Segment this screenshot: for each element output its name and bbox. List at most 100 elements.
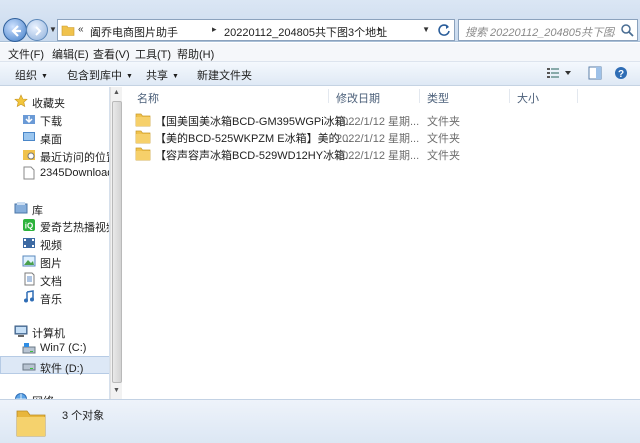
system-drive-icon bbox=[22, 343, 36, 354]
file-date: 2022/1/12 星期... bbox=[336, 150, 420, 162]
menu-bar: 文件(F) 编辑(E) 查看(V) 工具(T) 帮助(H) bbox=[0, 43, 640, 62]
file-name: 【国美国美冰箱BCD-GM395WGPi冰箱... bbox=[155, 116, 355, 128]
column-header-size[interactable]: 大小 bbox=[517, 90, 539, 106]
nav-label: 2345Downloads bbox=[40, 167, 109, 179]
address-overflow-chevron[interactable]: « bbox=[78, 24, 84, 35]
nav-label: 下载 bbox=[40, 116, 62, 128]
search-box[interactable]: 搜索 20220112_204805共下图3个地... bbox=[458, 19, 638, 41]
organize-label: 组织 bbox=[15, 70, 37, 82]
arrow-left-icon bbox=[11, 25, 21, 37]
file-date: 2022/1/12 星期... bbox=[336, 116, 420, 128]
nav-iqiyi-videos[interactable]: iQ 爱奇艺热播视频 bbox=[0, 216, 110, 234]
nav-label: 音乐 bbox=[40, 294, 62, 306]
include-in-library-button[interactable]: 包含到库中 ▼ bbox=[67, 67, 133, 83]
music-icon bbox=[24, 290, 34, 303]
column-header-name[interactable]: 名称 bbox=[137, 90, 159, 106]
file-list: 名称 修改日期 类型 大小 【国美国美冰箱BCD-GM395WGPi冰箱... … bbox=[123, 87, 640, 399]
star-icon bbox=[14, 94, 28, 108]
forward-button[interactable] bbox=[26, 19, 48, 41]
organize-button[interactable]: 组织 ▼ bbox=[15, 67, 48, 83]
nav-drive-d[interactable]: 软件 (D:) bbox=[0, 356, 109, 375]
menu-view[interactable]: 查看(V) bbox=[93, 46, 130, 62]
new-folder-button[interactable]: 新建文件夹 bbox=[197, 67, 252, 83]
nav-music[interactable]: 音乐 bbox=[0, 288, 109, 306]
folder-icon bbox=[135, 147, 151, 161]
navigation-scrollbar[interactable]: ▲ ▼ bbox=[110, 87, 122, 399]
nav-documents[interactable]: 文档 bbox=[0, 270, 109, 288]
include-in-library-label: 包含到库中 bbox=[67, 70, 122, 82]
address-dropdown-icon[interactable]: ▼ bbox=[422, 25, 430, 34]
menu-tools[interactable]: 工具(T) bbox=[135, 46, 171, 62]
share-label: 共享 bbox=[146, 70, 168, 82]
refresh-button[interactable] bbox=[434, 20, 454, 40]
folder-icon bbox=[135, 113, 151, 127]
menu-file[interactable]: 文件(F) bbox=[8, 46, 44, 62]
column-divider[interactable] bbox=[419, 89, 420, 103]
item-count: 3 个对象 bbox=[62, 410, 105, 422]
column-header-modified[interactable]: 修改日期 bbox=[336, 90, 380, 106]
breadcrumb-segment-1[interactable]: 阖乔电商图片助手 bbox=[90, 24, 178, 40]
column-divider[interactable] bbox=[509, 89, 510, 103]
preview-pane-button[interactable] bbox=[588, 66, 602, 83]
nav-downloads[interactable]: 下载 bbox=[0, 110, 109, 128]
command-bar: 组织 ▼ 包含到库中 ▼ 共享 ▼ 新建文件夹 ? bbox=[0, 62, 640, 86]
search-placeholder[interactable]: 搜索 20220112_204805共下图3个地... bbox=[465, 24, 615, 40]
nav-label: 软件 (D:) bbox=[40, 363, 84, 375]
nav-drive-c[interactable]: Win7 (C:) bbox=[0, 339, 109, 357]
scroll-up-icon[interactable]: ▲ bbox=[113, 89, 120, 96]
menu-help[interactable]: 帮助(H) bbox=[177, 46, 214, 62]
refresh-icon bbox=[438, 24, 450, 36]
navigation-pane: 收藏夹 下载 桌面 最近访问的位置 2345Downloads 库 iQ 爱奇艺… bbox=[0, 87, 110, 399]
caret-down-icon: ▼ bbox=[172, 73, 179, 80]
column-header-type[interactable]: 类型 bbox=[427, 90, 449, 106]
computer-icon bbox=[14, 325, 28, 337]
nav-computer[interactable]: 计算机 bbox=[0, 322, 109, 340]
file-type: 文件夹 bbox=[427, 150, 460, 162]
document-icon bbox=[23, 166, 35, 180]
nav-recent-places[interactable]: 最近访问的位置 bbox=[0, 146, 110, 164]
column-divider[interactable] bbox=[328, 89, 329, 103]
nav-label: 最近访问的位置 bbox=[40, 152, 110, 164]
nav-label: 爱奇艺热播视频 bbox=[40, 222, 110, 234]
scrollbar-thumb[interactable] bbox=[112, 101, 122, 383]
file-date: 2022/1/12 星期... bbox=[336, 133, 420, 145]
help-button[interactable]: ? bbox=[614, 66, 628, 83]
search-icon[interactable] bbox=[620, 23, 634, 37]
nav-label: 桌面 bbox=[40, 134, 62, 146]
address-bar[interactable]: « 阖乔电商图片助手 ▸ 20220112_204805共下图3个地址 ▸ ▼ bbox=[57, 19, 455, 41]
nav-pictures[interactable]: 图片 bbox=[0, 252, 109, 270]
nav-label: 视频 bbox=[40, 240, 62, 252]
iqiyi-icon: iQ bbox=[23, 219, 35, 231]
breadcrumb-separator-icon[interactable]: ▸ bbox=[212, 24, 217, 35]
view-list-icon bbox=[547, 68, 571, 78]
view-options-button[interactable] bbox=[546, 66, 572, 83]
table-row[interactable]: 【国美国美冰箱BCD-GM395WGPi冰箱... 2022/1/12 星期..… bbox=[135, 111, 475, 128]
breadcrumb-segment-2[interactable]: 20220112_204805共下图3个地址 bbox=[224, 24, 387, 40]
nav-desktop[interactable]: 桌面 bbox=[0, 128, 109, 146]
file-type: 文件夹 bbox=[427, 116, 460, 128]
back-button[interactable] bbox=[3, 18, 27, 42]
recent-pages-dropdown-icon[interactable]: ▼ bbox=[49, 25, 57, 34]
file-name: 【容声容声冰箱BCD-529WD12HY冰箱... bbox=[155, 150, 355, 162]
share-button[interactable]: 共享 ▼ bbox=[146, 67, 179, 83]
picture-icon bbox=[22, 255, 36, 267]
nav-videos[interactable]: 视频 bbox=[0, 234, 109, 252]
nav-label: Win7 (C:) bbox=[40, 342, 87, 354]
nav-favorites[interactable]: 收藏夹 bbox=[0, 92, 109, 110]
menu-edit[interactable]: 编辑(E) bbox=[52, 46, 89, 62]
nav-network[interactable]: 网络 bbox=[0, 390, 109, 399]
video-icon bbox=[23, 238, 35, 248]
table-row[interactable]: 【美的BCD-525WKPZM E冰箱】美的 ... 2022/1/12 星期.… bbox=[135, 128, 475, 145]
network-icon bbox=[15, 393, 27, 399]
scroll-down-icon[interactable]: ▼ bbox=[113, 387, 120, 394]
column-divider[interactable] bbox=[577, 89, 578, 103]
help-icon: ? bbox=[615, 67, 627, 80]
breadcrumb-separator-icon[interactable]: ▸ bbox=[378, 24, 383, 35]
nav-2345downloads[interactable]: 2345Downloads bbox=[0, 164, 109, 182]
nav-libraries[interactable]: 库 bbox=[0, 199, 109, 217]
table-row[interactable]: 【容声容声冰箱BCD-529WD12HY冰箱... 2022/1/12 星期..… bbox=[135, 145, 475, 162]
folder-icon bbox=[61, 25, 75, 36]
nav-label: 收藏夹 bbox=[32, 98, 65, 110]
download-folder-icon bbox=[23, 115, 35, 124]
library-icon bbox=[14, 202, 28, 214]
